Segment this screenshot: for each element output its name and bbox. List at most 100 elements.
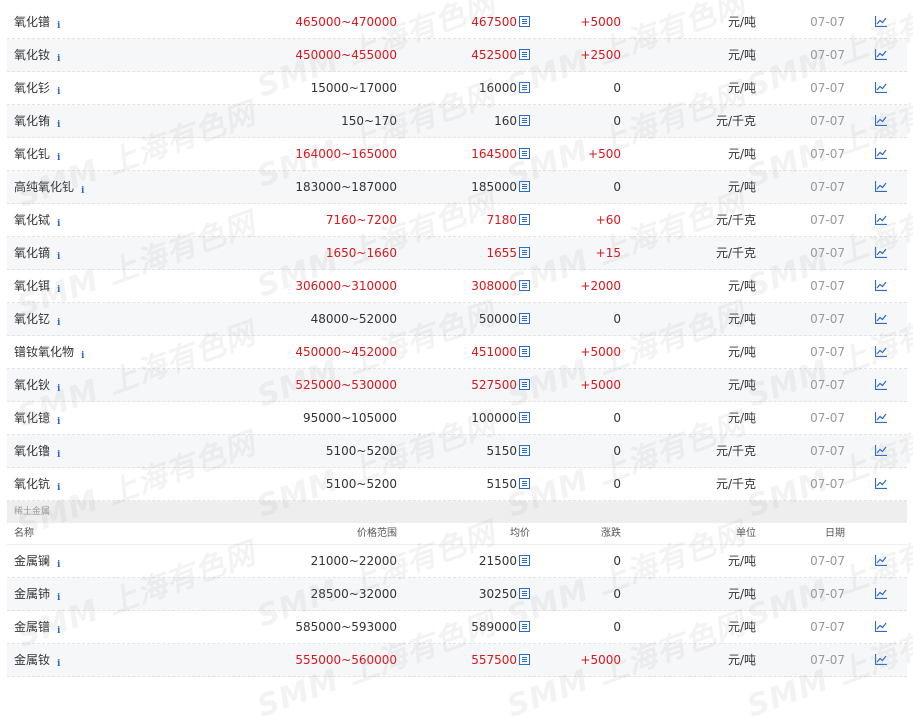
trend-chart-icon[interactable] [875, 644, 887, 676]
info-icon[interactable]: i [57, 274, 60, 306]
trend-chart-icon[interactable] [875, 138, 887, 170]
info-icon[interactable]: i [57, 439, 60, 471]
average-detail-icon[interactable] [519, 445, 530, 456]
product-name[interactable]: 氧化钕 [14, 48, 50, 62]
average-detail-icon[interactable] [519, 82, 530, 93]
average-detail-icon[interactable] [519, 181, 530, 192]
product-name-cell[interactable]: 氧化镝 i [14, 237, 60, 269]
table-row: 氧化钇 i 48000~52000 50000 0 元/吨 07-07 [7, 303, 907, 336]
product-name[interactable]: 金属铈 [14, 587, 50, 601]
trend-chart-icon[interactable] [875, 611, 887, 643]
product-name-cell[interactable]: 氧化镨 i [14, 6, 60, 38]
table-row: 氧化铕 i 150~170 160 0 元/千克 07-07 [7, 105, 907, 138]
trend-chart-icon[interactable] [875, 578, 887, 610]
product-name-cell[interactable]: 氧化镱 i [14, 402, 60, 434]
product-name-cell[interactable]: 高纯氧化钆 i [14, 171, 84, 203]
product-name-cell[interactable]: 氧化铒 i [14, 270, 60, 302]
info-icon[interactable]: i [57, 373, 60, 405]
trend-chart-icon[interactable] [875, 545, 887, 577]
average-detail-icon[interactable] [519, 247, 530, 258]
product-name-cell[interactable]: 氧化铕 i [14, 105, 60, 137]
product-name[interactable]: 氧化钆 [14, 147, 50, 161]
trend-chart-icon[interactable] [875, 6, 887, 38]
average-detail-icon[interactable] [519, 49, 530, 60]
product-name[interactable]: 氧化铽 [14, 213, 50, 227]
product-name-cell[interactable]: 金属钕 i [14, 644, 60, 676]
average-detail-icon[interactable] [519, 313, 530, 324]
trend-chart-icon[interactable] [875, 39, 887, 71]
product-name-cell[interactable]: 氧化钪 i [14, 468, 60, 500]
average-detail-icon[interactable] [519, 412, 530, 423]
price-change: 0 [613, 81, 621, 95]
product-name[interactable]: 镨钕氧化物 [14, 345, 74, 359]
average-detail-icon[interactable] [519, 654, 530, 665]
average-detail-icon[interactable] [519, 280, 530, 291]
product-name-cell[interactable]: 金属镨 i [14, 611, 60, 643]
trend-chart-icon[interactable] [875, 171, 887, 203]
product-name[interactable]: 氧化钇 [14, 312, 50, 326]
product-name[interactable]: 氧化钬 [14, 378, 50, 392]
product-name-cell[interactable]: 氧化铽 i [14, 204, 60, 236]
info-icon[interactable]: i [57, 582, 60, 614]
average-detail-icon[interactable] [519, 16, 530, 27]
average-detail-icon[interactable] [519, 214, 530, 225]
average-detail-icon[interactable] [519, 478, 530, 489]
trend-chart-icon[interactable] [875, 369, 887, 401]
trend-chart-icon[interactable] [875, 72, 887, 104]
product-name[interactable]: 氧化钪 [14, 477, 50, 491]
average-detail-icon[interactable] [519, 115, 530, 126]
average-detail-icon[interactable] [519, 379, 530, 390]
info-icon[interactable]: i [57, 43, 60, 75]
trend-chart-icon[interactable] [875, 435, 887, 467]
info-icon[interactable]: i [57, 10, 60, 42]
product-name[interactable]: 氧化铕 [14, 114, 50, 128]
product-name-cell[interactable]: 镨钕氧化物 i [14, 336, 84, 368]
product-name[interactable]: 氧化钐 [14, 81, 50, 95]
info-icon[interactable]: i [57, 142, 60, 174]
product-name[interactable]: 金属镨 [14, 620, 50, 634]
trend-chart-icon[interactable] [875, 204, 887, 236]
trend-chart-icon[interactable] [875, 468, 887, 500]
product-name-cell[interactable]: 氧化钐 i [14, 72, 60, 104]
info-icon[interactable]: i [57, 208, 60, 240]
info-icon[interactable]: i [81, 340, 84, 372]
product-name-cell[interactable]: 氧化镥 i [14, 435, 60, 467]
info-icon[interactable]: i [81, 175, 84, 207]
average-detail-icon[interactable] [519, 555, 530, 566]
info-icon[interactable]: i [57, 472, 60, 504]
product-name[interactable]: 氧化镱 [14, 411, 50, 425]
product-name[interactable]: 金属镧 [14, 554, 50, 568]
trend-chart-icon[interactable] [875, 270, 887, 302]
info-icon[interactable]: i [57, 406, 60, 438]
price-change: 0 [613, 444, 621, 458]
info-icon[interactable]: i [57, 549, 60, 581]
product-name-cell[interactable]: 氧化钆 i [14, 138, 60, 170]
product-name-cell[interactable]: 氧化钕 i [14, 39, 60, 71]
info-icon[interactable]: i [57, 615, 60, 647]
trend-chart-icon[interactable] [875, 336, 887, 368]
info-icon[interactable]: i [57, 307, 60, 339]
product-name[interactable]: 氧化镥 [14, 444, 50, 458]
price-change: +5000 [580, 15, 621, 29]
info-icon[interactable]: i [57, 648, 60, 680]
product-name-cell[interactable]: 氧化钇 i [14, 303, 60, 335]
product-name-cell[interactable]: 金属铈 i [14, 578, 60, 610]
trend-chart-icon[interactable] [875, 237, 887, 269]
product-name-cell[interactable]: 氧化钬 i [14, 369, 60, 401]
trend-chart-icon[interactable] [875, 105, 887, 137]
info-icon[interactable]: i [57, 109, 60, 141]
product-name[interactable]: 金属钕 [14, 653, 50, 667]
average-detail-icon[interactable] [519, 148, 530, 159]
info-icon[interactable]: i [57, 76, 60, 108]
product-name[interactable]: 高纯氧化钆 [14, 180, 74, 194]
average-detail-icon[interactable] [519, 346, 530, 357]
product-name[interactable]: 氧化镨 [14, 15, 50, 29]
product-name-cell[interactable]: 金属镧 i [14, 545, 60, 577]
average-detail-icon[interactable] [519, 621, 530, 632]
trend-chart-icon[interactable] [875, 303, 887, 335]
average-detail-icon[interactable] [519, 588, 530, 599]
product-name[interactable]: 氧化铒 [14, 279, 50, 293]
trend-chart-icon[interactable] [875, 402, 887, 434]
info-icon[interactable]: i [57, 241, 60, 273]
product-name[interactable]: 氧化镝 [14, 246, 50, 260]
